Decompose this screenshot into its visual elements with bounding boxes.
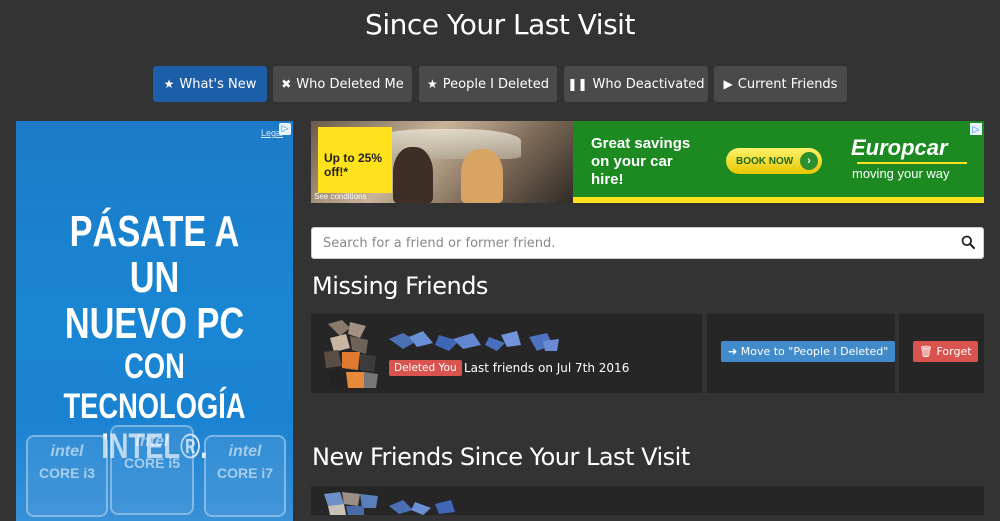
tab-label: Who Deactivated bbox=[592, 76, 705, 92]
missing-friends-title: Missing Friends bbox=[312, 272, 488, 300]
forget-button[interactable]: 🗑 Forget bbox=[913, 341, 978, 362]
chip-core: CORE i5 bbox=[123, 455, 180, 471]
tab-current-friends[interactable]: ▶ Current Friends bbox=[714, 66, 847, 102]
friend-row[interactable] bbox=[311, 486, 984, 515]
tab-label: What's New bbox=[179, 76, 257, 92]
ad-tagline-line: hire! bbox=[591, 171, 624, 188]
avatar[interactable] bbox=[320, 318, 382, 390]
move-to-people-i-deleted-button[interactable]: ➜ Move to "People I Deleted" bbox=[721, 341, 896, 362]
forget-action-cell: 🗑 Forget bbox=[899, 314, 984, 393]
ad-strip bbox=[573, 197, 984, 203]
ad-promo: Up to 25% off!* bbox=[318, 127, 392, 193]
intel-core-i7-chip: intel CORE i7 bbox=[204, 435, 286, 517]
arrow-right-icon: ➜ bbox=[728, 345, 738, 358]
search-input[interactable] bbox=[312, 228, 942, 258]
tab-who-deactivated[interactable]: ❚❚ Who Deactivated bbox=[564, 66, 708, 102]
trash-icon: 🗑 bbox=[919, 345, 933, 358]
last-friends-date: Last friends on Jul 7th 2016 bbox=[464, 361, 630, 375]
chip-core: CORE i3 bbox=[38, 465, 95, 481]
friend-name-redacted bbox=[389, 500, 455, 515]
chip-brand: intel bbox=[135, 433, 169, 450]
new-friends-title: New Friends Since Your Last Visit bbox=[312, 443, 690, 471]
ad-photo-person bbox=[461, 149, 503, 203]
ad-slogan: moving your way bbox=[852, 166, 950, 181]
ad-choices-icon[interactable]: ▷ bbox=[279, 123, 291, 135]
chip-core: CORE i7 bbox=[216, 465, 273, 481]
pause-icon: ❚❚ bbox=[567, 77, 588, 91]
move-action-cell: ➜ Move to "People I Deleted" bbox=[707, 314, 896, 393]
chevron-right-icon: › bbox=[800, 152, 818, 170]
forget-label: Forget bbox=[936, 345, 972, 358]
close-icon: ✖ bbox=[281, 77, 292, 91]
avatar[interactable] bbox=[320, 490, 382, 515]
europcar-logo: Europcar bbox=[851, 135, 948, 160]
tab-label: Current Friends bbox=[737, 76, 838, 92]
friend-row[interactable]: Deleted You Last friends on Jul 7th 2016 bbox=[311, 314, 702, 393]
ad-headline-line1: PÁSATE A UN bbox=[69, 207, 240, 302]
star-icon: ★ bbox=[163, 77, 175, 91]
tab-label: Who Deleted Me bbox=[296, 76, 404, 92]
ad-tagline-line: on your car bbox=[591, 153, 673, 170]
search-icon[interactable] bbox=[961, 235, 975, 249]
star-icon: ★ bbox=[426, 77, 438, 91]
ad-tagline-line: Great savings bbox=[591, 135, 691, 152]
ad-photo-person bbox=[393, 147, 433, 203]
logo-underline bbox=[857, 162, 967, 164]
chip-brand: intel bbox=[228, 443, 262, 460]
ad-photo-window bbox=[371, 129, 521, 159]
tab-whats-new[interactable]: ★ What's New bbox=[153, 66, 267, 102]
tab-label: People I Deleted bbox=[442, 76, 550, 92]
ad-see-conditions[interactable]: See conditions bbox=[314, 192, 366, 201]
ad-book-now-button[interactable]: BOOK NOW › bbox=[726, 148, 822, 174]
tab-people-i-deleted[interactable]: ★ People I Deleted bbox=[419, 66, 557, 102]
chip-brand: intel bbox=[50, 443, 84, 460]
ad-tagline: Great savings on your car hire! bbox=[591, 135, 690, 189]
page-title: Since Your Last Visit bbox=[365, 8, 635, 41]
intel-core-i5-chip: intel CORE i5 bbox=[110, 425, 194, 515]
nav-tabs: ★ What's New ✖ Who Deleted Me ★ People I… bbox=[0, 66, 1000, 102]
status-badge: Deleted You bbox=[389, 360, 462, 376]
friend-search bbox=[311, 227, 984, 259]
friend-name-redacted bbox=[389, 331, 559, 351]
intel-core-i3-chip: intel CORE i3 bbox=[26, 435, 108, 517]
ad-choices-icon[interactable]: ▷ bbox=[970, 123, 982, 135]
ad-headline-line2: NUEVO PC bbox=[64, 299, 245, 348]
ad-europcar-banner[interactable]: Up to 25% off!* See conditions Great sav… bbox=[311, 121, 984, 203]
tab-who-deleted-me[interactable]: ✖ Who Deleted Me bbox=[273, 66, 412, 102]
play-icon: ▶ bbox=[723, 77, 733, 91]
ad-book-now-label: BOOK NOW bbox=[736, 155, 794, 167]
move-label: Move to "People I Deleted" bbox=[740, 345, 889, 358]
